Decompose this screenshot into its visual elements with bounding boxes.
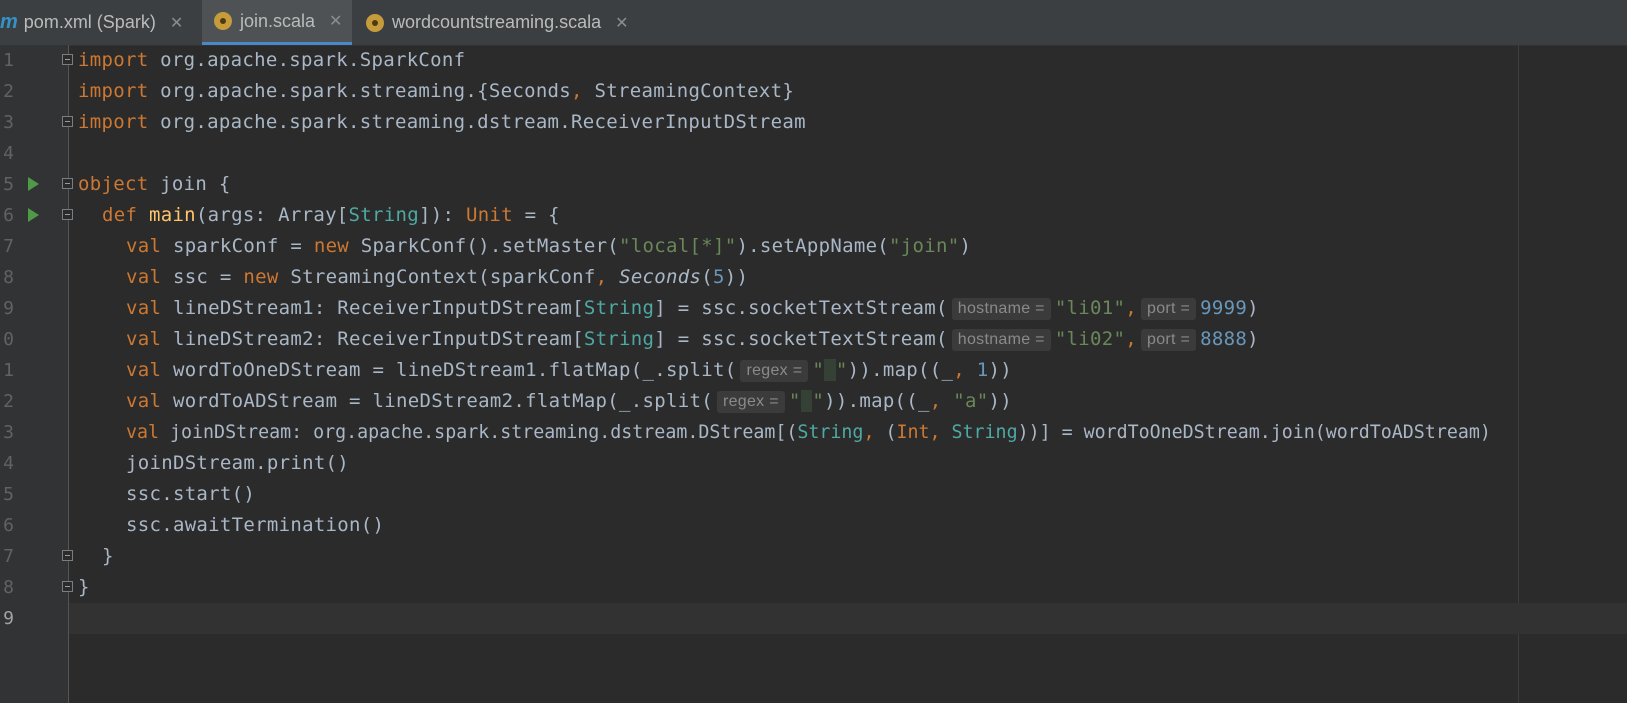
fold-icon[interactable] (62, 54, 73, 65)
line-number: 4 (3, 143, 14, 164)
parameter-hint: hostname = (951, 298, 1051, 320)
parameter-hint: hostname = (951, 329, 1051, 351)
code-line[interactable]: 3 val joinDStream: org.apache.spark.stre… (0, 417, 1627, 448)
code-text: import org.apache.spark.streaming.{Secon… (78, 80, 795, 102)
code-line[interactable]: 7 } (0, 541, 1627, 572)
code-line[interactable]: 8 } (0, 572, 1627, 603)
code-text: } (78, 576, 90, 598)
editor-tab-bar: m pom.xml (Spark) ✕ join.scala ✕ wordcou… (0, 0, 1627, 46)
code-line[interactable]: 0 val lineDStream2: ReceiverInputDStream… (0, 324, 1627, 355)
code-text: val lineDStream2: ReceiverInputDStream[S… (126, 328, 1259, 351)
code-text: val joinDStream: org.apache.spark.stream… (126, 422, 1491, 443)
line-number: 5 (3, 484, 14, 505)
code-text: ssc.awaitTermination() (126, 514, 385, 536)
line-number: 2 (3, 81, 14, 102)
code-text: val ssc = new StreamingContext(sparkConf… (126, 266, 749, 288)
code-text: val wordToADStream = lineDStream2.flatMa… (126, 390, 1012, 413)
line-number: 1 (3, 50, 14, 71)
code-line[interactable]: 6 ssc.awaitTermination() (0, 510, 1627, 541)
fold-icon[interactable] (62, 116, 73, 127)
code-text: import org.apache.spark.streaming.dstrea… (78, 111, 806, 133)
code-text: val sparkConf = new SparkConf().setMaste… (126, 235, 972, 257)
code-text: } (102, 545, 114, 567)
tab-label: join.scala (240, 10, 316, 31)
line-number: 5 (3, 174, 14, 195)
parameter-hint: regex = (716, 391, 785, 413)
code-line[interactable]: 8 val ssc = new StreamingContext(sparkCo… (0, 262, 1627, 293)
line-number: 8 (3, 267, 14, 288)
code-text: val wordToOneDStream = lineDStream1.flat… (126, 359, 1012, 382)
code-line[interactable]: 6 def main(args: Array[String]): Unit = … (0, 200, 1627, 231)
line-number: 3 (3, 422, 14, 443)
scala-object-icon (214, 12, 232, 30)
code-text: val lineDStream1: ReceiverInputDStream[S… (126, 297, 1259, 320)
line-number: 2 (3, 391, 14, 412)
code-editor[interactable]: 1 import org.apache.spark.SparkConf 2 im… (0, 45, 1627, 703)
line-number: 0 (3, 329, 14, 350)
fold-icon[interactable] (62, 209, 73, 220)
fold-icon[interactable] (62, 550, 73, 561)
close-icon[interactable]: ✕ (615, 13, 628, 33)
run-icon[interactable] (28, 177, 39, 191)
code-text: def main(args: Array[String]): Unit = { (102, 204, 560, 226)
maven-icon: m (0, 11, 18, 33)
line-number: 3 (3, 112, 14, 133)
code-text: object join { (78, 173, 231, 195)
code-line[interactable]: 9 val lineDStream1: ReceiverInputDStream… (0, 293, 1627, 324)
line-number: 9 (3, 298, 14, 319)
code-line[interactable]: 2 val wordToADStream = lineDStream2.flat… (0, 386, 1627, 417)
tab-pom-xml[interactable]: m pom.xml (Spark) ✕ (0, 0, 196, 45)
current-line-highlight[interactable] (69, 603, 1627, 634)
code-line[interactable]: 7 val sparkConf = new SparkConf().setMas… (0, 231, 1627, 262)
parameter-hint: port = (1141, 298, 1197, 320)
code-text: joinDStream.print() (126, 452, 350, 474)
line-number: 9 (3, 608, 14, 629)
line-number: 7 (3, 546, 14, 567)
line-number: 7 (3, 236, 14, 257)
code-line[interactable]: 3 import org.apache.spark.streaming.dstr… (0, 107, 1627, 138)
code-text: import org.apache.spark.SparkConf (78, 49, 466, 71)
tab-join-scala[interactable]: join.scala ✕ (202, 0, 352, 45)
code-text: ssc.start() (126, 483, 256, 505)
fold-icon[interactable] (62, 178, 73, 189)
run-icon[interactable] (28, 208, 39, 222)
line-number: 1 (3, 360, 14, 381)
code-line[interactable]: 2 import org.apache.spark.streaming.{Sec… (0, 76, 1627, 107)
code-line[interactable]: 1 import org.apache.spark.SparkConf (0, 45, 1627, 76)
close-icon[interactable]: ✕ (329, 11, 342, 31)
code-line[interactable]: 5 object join { (0, 169, 1627, 200)
fold-icon[interactable] (62, 581, 73, 592)
tab-wordcountstreaming-scala[interactable]: wordcountstreaming.scala ✕ (358, 0, 658, 45)
line-number: 6 (3, 515, 14, 536)
code-line[interactable]: 4 joinDStream.print() (0, 448, 1627, 479)
tab-label: pom.xml (Spark) (23, 12, 156, 32)
line-number: 8 (3, 577, 14, 598)
code-line[interactable]: 1 val wordToOneDStream = lineDStream1.fl… (0, 355, 1627, 386)
parameter-hint: regex = (740, 360, 809, 382)
code-line[interactable]: 9 (0, 603, 68, 634)
code-line[interactable]: 4 (0, 138, 1627, 169)
scala-object-icon (366, 13, 384, 32)
tab-label: wordcountstreaming.scala (392, 12, 602, 32)
parameter-hint: port = (1141, 329, 1197, 351)
line-number: 4 (3, 453, 14, 474)
code-line[interactable]: 5 ssc.start() (0, 479, 1627, 510)
close-icon[interactable]: ✕ (170, 13, 183, 33)
line-number: 6 (3, 205, 14, 226)
